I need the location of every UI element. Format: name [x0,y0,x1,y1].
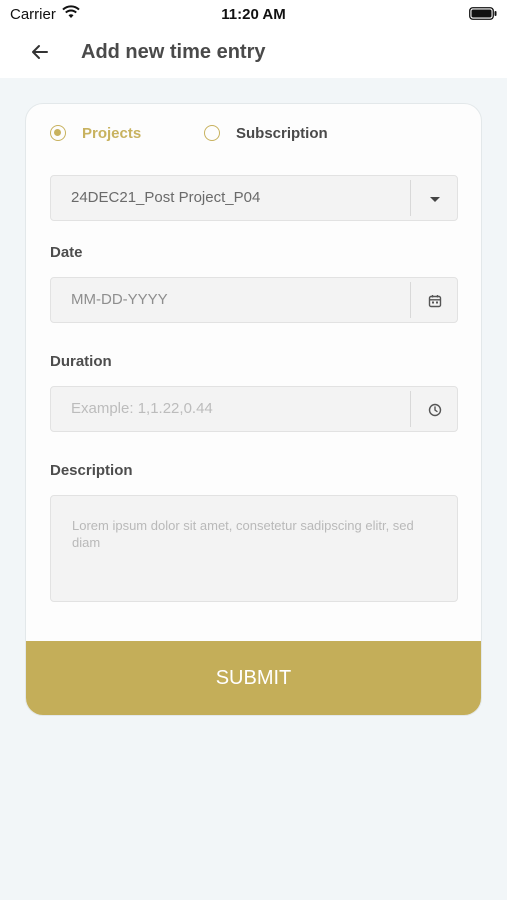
project-select-value: 24DEC21_Post Project_P04 [71,189,261,206]
calendar-icon[interactable] [426,292,444,310]
status-bar: Carrier 11:20 AM [0,0,507,30]
arrow-left-icon[interactable] [28,40,52,64]
description-textarea[interactable]: Lorem ipsum dolor sit amet, consetetur s… [50,495,458,602]
battery-icon [469,7,497,20]
status-time: 11:20 AM [221,6,286,23]
page-title: Add new time entry [81,41,266,63]
field-divider [410,282,411,318]
duration-label: Duration [50,353,112,370]
caret-down-icon[interactable] [426,190,444,208]
description-placeholder: Lorem ipsum dolor sit amet, consetetur s… [72,518,414,550]
description-label: Description [50,462,133,479]
radio-projects-label: Projects [82,125,142,142]
submit-button[interactable]: SUBMIT [26,641,481,715]
nav-bar: Add new time entry [0,30,507,78]
clock-icon[interactable] [426,401,444,419]
field-divider [410,391,411,427]
time-entry-card: Projects Subscription 24DEC21_Post Proje… [25,103,482,716]
date-placeholder: MM-DD-YYYY [71,291,168,308]
radio-unselected-icon [204,125,220,141]
duration-placeholder: Example: 1,1.22,0.44 [71,400,213,417]
field-divider [410,180,411,216]
radio-selected-icon [50,125,66,141]
radio-subscription-label: Subscription [236,125,328,142]
project-select[interactable]: 24DEC21_Post Project_P04 [50,175,458,221]
duration-field[interactable]: Example: 1,1.22,0.44 [50,386,458,432]
date-field[interactable]: MM-DD-YYYY [50,277,458,323]
date-label: Date [50,244,83,261]
entry-type-radio-group: Projects Subscription [50,124,457,146]
